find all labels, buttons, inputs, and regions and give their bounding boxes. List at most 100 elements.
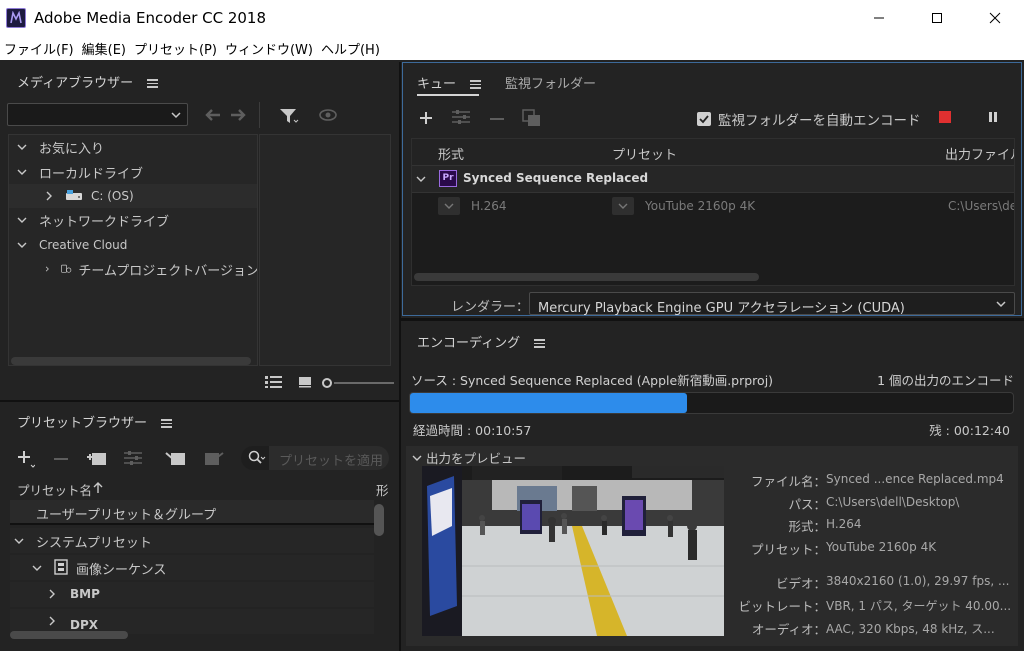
output-format-value[interactable]: H.264 (471, 199, 507, 213)
tree-label-local-drives: ローカルドライブ (39, 166, 144, 182)
preview-toggle[interactable]: 出力をプレビュー (412, 448, 526, 467)
tree-item-drive-c[interactable]: C: (OS) (9, 184, 257, 208)
column-header-format[interactable]: 形 (376, 480, 389, 499)
chevron-down-icon (171, 112, 181, 119)
checkbox-box[interactable] (697, 112, 711, 126)
chevron-down-icon (412, 455, 422, 461)
search-button[interactable] (241, 446, 269, 470)
queue-output-row[interactable]: H.264 YouTube 2160p 4K C:\Users\dell (412, 193, 1014, 220)
panel-divider-right[interactable] (401, 318, 1024, 321)
view-eye-icon[interactable] (319, 108, 341, 124)
preset-search-field[interactable]: プリセットを適用 (241, 446, 389, 470)
new-preset-icon[interactable] (17, 450, 35, 468)
maximize-icon (932, 13, 942, 23)
queue-horizontal-scrollbar[interactable] (414, 273, 759, 281)
new-group-icon[interactable] (86, 449, 108, 467)
forward-arrow-icon[interactable] (230, 109, 246, 121)
detail-filename-label: ファイル名： (750, 474, 826, 489)
maximize-button[interactable] (908, 0, 966, 36)
preset-row-user[interactable]: ユーザープリセット＆グループ (10, 500, 374, 525)
preset-dropdown-button[interactable] (612, 197, 634, 215)
output-file-value[interactable]: C:\Users\dell (948, 199, 1014, 213)
queue-item-name: Synced Sequence Replaced (463, 171, 649, 185)
import-preset-icon[interactable] (165, 449, 187, 467)
add-source-icon[interactable] (419, 111, 433, 125)
film-strip-icon (54, 559, 68, 575)
preset-row-system[interactable]: システムプリセット (10, 528, 374, 553)
pause-queue-button[interactable] (987, 111, 999, 123)
duplicate-icon[interactable] (522, 109, 542, 127)
preset-vertical-scrollbar[interactable] (374, 504, 384, 536)
minimize-button[interactable] (850, 0, 908, 36)
preset-browser-header: プリセットブラウザー (17, 412, 173, 431)
tree-horizontal-scrollbar[interactable] (11, 357, 251, 365)
menu-preset[interactable]: プリセット(P) (130, 39, 221, 58)
chevron-right-icon (49, 589, 55, 599)
delete-preset-icon[interactable] (54, 457, 68, 461)
queue-item-row[interactable]: Pr Synced Sequence Replaced (412, 166, 1014, 192)
tree-item-creative-cloud[interactable]: Creative Cloud (9, 233, 257, 257)
media-browser-menu-icon[interactable] (147, 77, 159, 90)
menu-file[interactable]: ファイル(F) (0, 39, 78, 58)
panel-divider-vertical[interactable] (399, 62, 401, 651)
thumbnail-size-slider[interactable] (322, 376, 394, 388)
tree-item-local-drives[interactable]: ローカルドライブ (9, 160, 257, 184)
sort-ascending-icon[interactable] (93, 482, 103, 494)
column-header-preset[interactable]: プリセット (612, 144, 677, 163)
back-arrow-icon[interactable] (205, 109, 221, 121)
minimize-icon (874, 17, 884, 19)
renderer-select[interactable]: Mercury Playback Engine GPU アクセラレーション (C… (529, 292, 1015, 316)
queue-menu-icon[interactable] (470, 78, 482, 91)
format-dropdown-button[interactable] (438, 197, 460, 215)
encoding-output-count: 1 個の出力のエンコード (877, 373, 1014, 388)
output-preset-value[interactable]: YouTube 2160p 4K (645, 199, 755, 213)
tree-item-network-drives[interactable]: ネットワークドライブ (9, 208, 257, 232)
stop-queue-button[interactable] (939, 111, 951, 123)
preset-row-bmp[interactable]: BMP (10, 582, 374, 607)
queue-tab[interactable]: キュー (417, 73, 482, 92)
icon-view-icon[interactable] (298, 376, 312, 388)
close-window-button[interactable] (966, 0, 1024, 36)
auto-encode-checkbox[interactable]: 監視フォルダーを自動エンコード (697, 109, 921, 129)
filter-icon[interactable] (279, 107, 299, 125)
export-preset-icon[interactable] (203, 449, 225, 467)
preset-browser-title: プリセットブラウザー (17, 416, 148, 431)
output-preview-image (422, 466, 724, 636)
preview-label: 出力をプレビュー (426, 451, 527, 466)
preset-settings-icon[interactable] (450, 109, 472, 125)
preset-row-image-sequence-label: 画像シーケンス (76, 563, 167, 578)
menu-help[interactable]: ヘルプ(H) (317, 39, 384, 58)
tree-label-network-drives: ネットワークドライブ (39, 214, 170, 230)
encoding-menu-icon[interactable] (534, 337, 546, 350)
menu-window[interactable]: ウィンドウ(W) (221, 39, 317, 58)
preset-row-system-label: システムプリセット (36, 536, 152, 551)
preset-row-image-sequence[interactable]: 画像シーケンス (10, 555, 374, 580)
list-view-icon[interactable] (264, 375, 284, 389)
detail-path-value: C:\Users\dell\Desktop\ (826, 495, 960, 509)
preset-browser-menu-icon[interactable] (161, 417, 173, 430)
preset-horizontal-scrollbar[interactable] (10, 631, 128, 639)
column-header-preset-name[interactable]: プリセット名 (17, 480, 92, 499)
detail-format-label: 形式： (788, 519, 826, 534)
panel-divider-left[interactable] (0, 400, 399, 402)
menu-bar: ファイル(F) 編集(E) プリセット(P) ウィンドウ(W) ヘルプ(H) (0, 36, 1024, 60)
remove-icon[interactable] (490, 117, 504, 121)
queue-table-header: 形式 プリセット 出力ファイル (412, 139, 1014, 165)
preset-settings-icon[interactable] (122, 450, 144, 466)
remaining-time: 残 : 00:12:40 (929, 423, 1010, 438)
title-bar: Adobe Media Encoder CC 2018 (0, 0, 1024, 36)
watch-folders-tab[interactable]: 監視フォルダー (505, 73, 596, 92)
queue-tab-label: キュー (417, 77, 457, 92)
slider-handle[interactable] (322, 378, 332, 388)
encoding-progress-fill (410, 393, 688, 413)
media-browser-file-pane (259, 134, 391, 366)
menu-edit[interactable]: 編集(E) (78, 39, 130, 58)
column-header-output[interactable]: 出力ファイル (945, 144, 1014, 163)
chevron-down-icon[interactable] (416, 175, 426, 183)
media-browser-location-select[interactable] (7, 103, 188, 126)
encoding-title: エンコーディング (417, 336, 521, 351)
tree-item-favorites[interactable]: お気に入り (9, 135, 257, 159)
tree-item-team-projects[interactable]: チームプロジェクトバージョン (9, 257, 257, 281)
column-header-format[interactable]: 形式 (438, 144, 464, 163)
detail-filename-value: Synced ...ence Replaced.mp4 (826, 472, 1004, 486)
